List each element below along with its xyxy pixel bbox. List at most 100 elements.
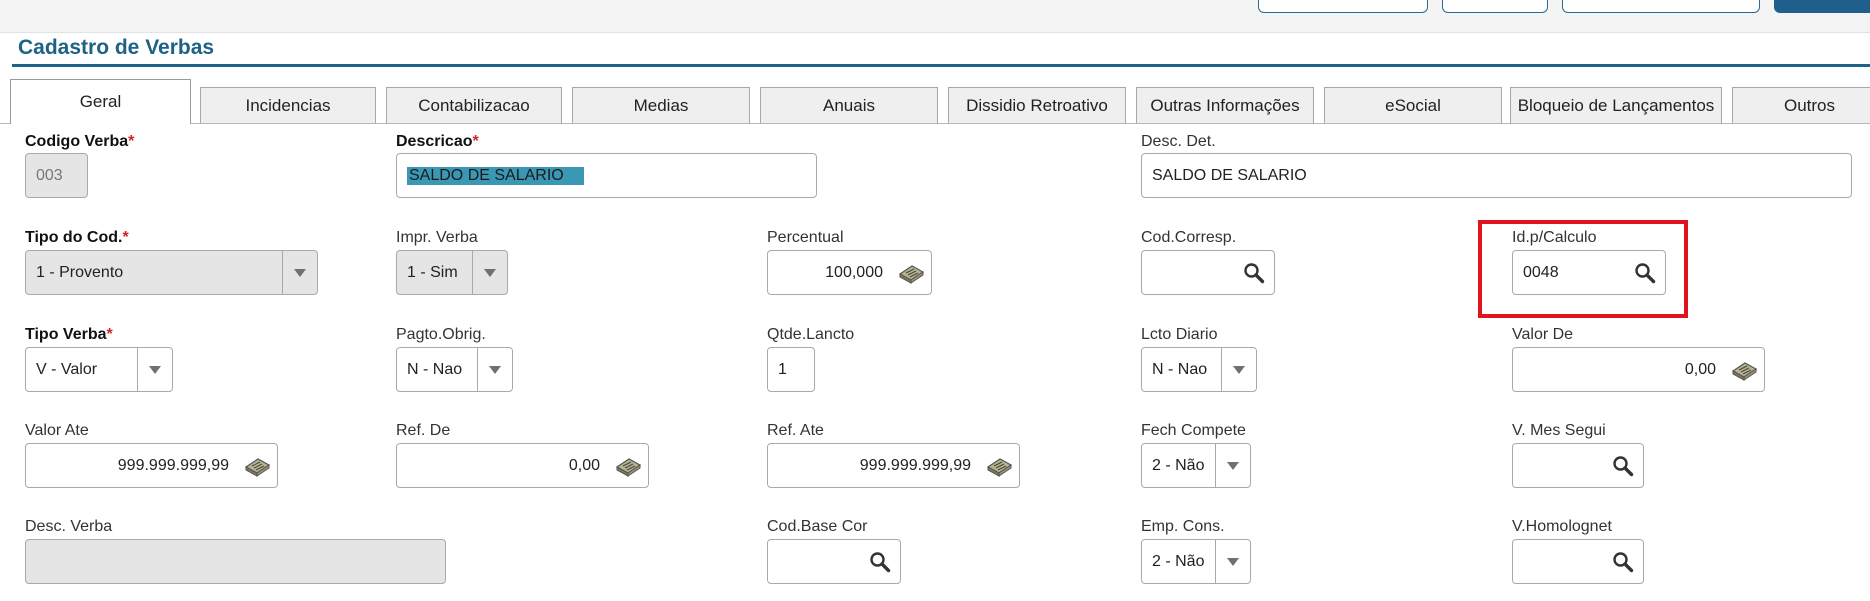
tab-label: Incidencias [245, 95, 331, 115]
required-mark: * [122, 229, 129, 246]
cod-corresp-label: Cod.Corresp. [1141, 229, 1237, 246]
tipo-cod-value: 1 - Provento [36, 263, 124, 281]
tab-label: Bloqueio de Lançamentos [1517, 95, 1715, 115]
tab-label: Anuais [823, 95, 875, 115]
percentual-label: Percentual [767, 229, 844, 246]
chevron-down-icon[interactable] [283, 268, 317, 277]
valor-ate-value: 999.999.999,99 [117, 456, 229, 474]
percentual-input[interactable]: 100,000 [767, 250, 932, 295]
tab-medias[interactable]: Medias [572, 87, 750, 123]
ref-de-value: 0,00 [568, 456, 600, 474]
impr-verba-value: 1 - Sim [407, 263, 458, 281]
tipo-cod-select[interactable]: 1 - Provento [25, 250, 318, 295]
codigo-verba-label: Codigo Verba* [25, 133, 135, 150]
highlight-annotation-box [1478, 220, 1688, 318]
pagto-obrig-value: N - Nao [407, 360, 463, 378]
tab-label: Geral [79, 92, 122, 111]
fech-compete-select[interactable]: 2 - Não [1141, 443, 1251, 488]
tab-geral[interactable]: Geral [10, 79, 191, 124]
toolbar-button-2[interactable] [1442, 0, 1548, 13]
top-toolbar-strip [0, 0, 1870, 33]
codigo-verba-field: 003 [25, 153, 88, 198]
required-mark: * [106, 326, 113, 343]
tipo-verba-value: V - Valor [36, 360, 98, 378]
page-title: Cadastro de Verbas [18, 36, 215, 59]
desc-verba-field [25, 539, 446, 584]
tab-outros[interactable]: Outros [1732, 87, 1870, 123]
valor-de-value: 0,00 [1684, 360, 1716, 378]
tab-label: eSocial [1385, 95, 1441, 115]
chevron-down-icon[interactable] [1222, 365, 1256, 374]
tab-bloqueio-lancamentos[interactable]: Bloqueio de Lançamentos [1510, 87, 1722, 123]
tipo-verba-label: Tipo Verba* [25, 326, 113, 343]
qtde-lancto-value: 1 [778, 360, 787, 378]
qtde-lancto-input[interactable]: 1 [767, 347, 815, 392]
search-icon[interactable] [1234, 262, 1274, 284]
impr-verba-label: Impr. Verba [396, 229, 478, 246]
lcto-diario-label: Lcto Diario [1141, 326, 1218, 343]
pagto-obrig-select[interactable]: N - Nao [396, 347, 513, 392]
calculator-icon[interactable] [891, 262, 931, 284]
tab-esocial[interactable]: eSocial [1324, 87, 1502, 123]
fech-compete-value: 2 - Não [1152, 456, 1205, 474]
pagto-obrig-label: Pagto.Obrig. [396, 326, 486, 343]
tab-contabilizacao[interactable]: Contabilizacao [386, 87, 562, 123]
fech-compete-label: Fech Compete [1141, 422, 1246, 439]
search-icon[interactable] [860, 551, 900, 573]
descricao-input[interactable]: SALDO DE SALARIO [396, 153, 817, 198]
tab-label: Outros [1783, 95, 1835, 115]
toolbar-primary-button[interactable] [1774, 0, 1870, 13]
percentual-value: 100,000 [825, 263, 883, 281]
calculator-icon[interactable] [1724, 359, 1764, 381]
tab-label: Dissidio Retroativo [966, 95, 1108, 115]
ref-de-input[interactable]: 0,00 [396, 443, 649, 488]
search-icon[interactable] [1603, 551, 1643, 573]
v-mes-segui-input[interactable] [1512, 443, 1644, 488]
ref-de-label: Ref. De [396, 422, 451, 439]
calculator-icon[interactable] [237, 455, 277, 477]
lcto-diario-select[interactable]: N - Nao [1141, 347, 1257, 392]
tab-label: Outras Informações [1150, 95, 1300, 115]
chevron-down-icon[interactable] [1216, 557, 1250, 566]
valor-ate-input[interactable]: 999.999.999,99 [25, 443, 278, 488]
title-divider [12, 64, 1870, 67]
toolbar-button-3[interactable] [1562, 0, 1760, 13]
calculator-icon[interactable] [608, 455, 648, 477]
tab-outras-informacoes[interactable]: Outras Informações [1136, 87, 1314, 123]
v-homolognet-label: V.Homolognet [1512, 518, 1612, 535]
desc-det-value: SALDO DE SALARIO [1152, 166, 1307, 184]
calculator-icon[interactable] [979, 455, 1019, 477]
descricao-label: Descricao* [396, 133, 479, 150]
required-mark: * [128, 133, 135, 150]
chevron-down-icon[interactable] [138, 365, 172, 374]
ref-ate-input[interactable]: 999.999.999,99 [767, 443, 1020, 488]
qtde-lancto-label: Qtde.Lancto [767, 326, 855, 343]
tab-incidencias[interactable]: Incidencias [200, 87, 376, 123]
tab-anuais[interactable]: Anuais [760, 87, 938, 123]
emp-cons-value: 2 - Não [1152, 552, 1205, 570]
chevron-down-icon[interactable] [1216, 461, 1250, 470]
chevron-down-icon[interactable] [473, 268, 507, 277]
valor-de-input[interactable]: 0,00 [1512, 347, 1765, 392]
ref-ate-label: Ref. Ate [767, 422, 824, 439]
cod-base-cor-input[interactable] [767, 539, 901, 584]
codigo-verba-value: 003 [36, 166, 63, 184]
descricao-value: SALDO DE SALARIO [397, 166, 816, 185]
tab-dissidio-retroativo[interactable]: Dissidio Retroativo [948, 87, 1126, 123]
v-homolognet-input[interactable] [1512, 539, 1644, 584]
lcto-diario-value: N - Nao [1152, 360, 1208, 378]
desc-det-label: Desc. Det. [1141, 133, 1216, 150]
cod-corresp-input[interactable] [1141, 250, 1275, 295]
tipo-verba-select[interactable]: V - Valor [25, 347, 173, 392]
emp-cons-select[interactable]: 2 - Não [1141, 539, 1251, 584]
toolbar-button-1[interactable] [1258, 0, 1428, 13]
valor-ate-label: Valor Ate [25, 422, 89, 439]
v-mes-segui-label: V. Mes Segui [1512, 422, 1606, 439]
search-icon[interactable] [1603, 455, 1643, 477]
desc-verba-label: Desc. Verba [25, 518, 113, 535]
impr-verba-select[interactable]: 1 - Sim [396, 250, 508, 295]
chevron-down-icon[interactable] [478, 365, 512, 374]
emp-cons-label: Emp. Cons. [1141, 518, 1225, 535]
tab-label: Contabilizacao [418, 95, 530, 115]
desc-det-input[interactable]: SALDO DE SALARIO [1141, 153, 1852, 198]
